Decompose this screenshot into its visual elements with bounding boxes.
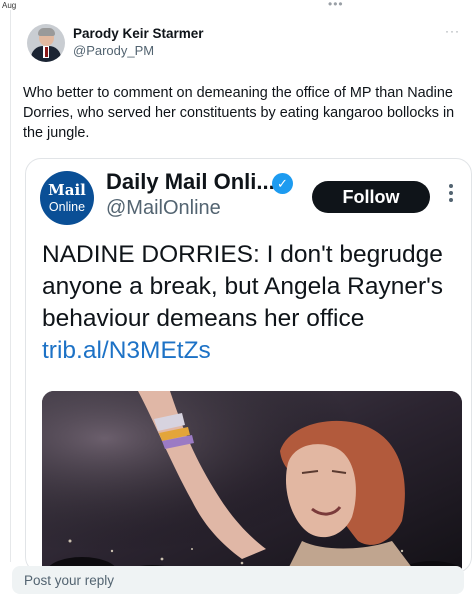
author-name[interactable]: Parody Keir Starmer — [73, 26, 204, 41]
follow-button[interactable]: Follow — [312, 181, 430, 213]
quote-author-handle[interactable]: @MailOnline — [106, 197, 221, 220]
tweet-text: Who better to comment on demeaning the o… — [23, 85, 455, 141]
verified-icon: ✓ — [272, 173, 293, 194]
mail-online-logo[interactable]: Mail Online — [40, 171, 94, 225]
reply-bar[interactable] — [12, 566, 464, 594]
photo-crowd-image[interactable] — [42, 391, 462, 572]
quoted-tweet[interactable]: Mail Online Daily Mail Onli... ✓ @MailOn… — [25, 158, 472, 573]
headline-text: NADINE DORRIES: I don't begrudge anyone … — [42, 241, 444, 332]
quote-author-name[interactable]: Daily Mail Onli... — [106, 169, 275, 195]
headline-link[interactable]: trib.al/N3MEtZs — [42, 337, 211, 364]
logo-line1: Mail — [48, 181, 86, 199]
tweet-more-icon[interactable]: ··· — [445, 24, 460, 38]
reply-input[interactable] — [12, 566, 464, 594]
logo-line2: Online — [48, 200, 86, 214]
quote-headline: NADINE DORRIES: I don't begrudge anyone … — [42, 239, 462, 367]
date-label: Aug — [2, 1, 17, 10]
author-handle[interactable]: @Parody_PM — [73, 43, 154, 58]
tweet-card: Parody Keir Starmer @Parody_PM ··· Who b… — [10, 10, 474, 573]
media-illustration — [42, 391, 462, 572]
quote-more-icon[interactable] — [444, 181, 458, 211]
avatar[interactable] — [27, 24, 65, 62]
